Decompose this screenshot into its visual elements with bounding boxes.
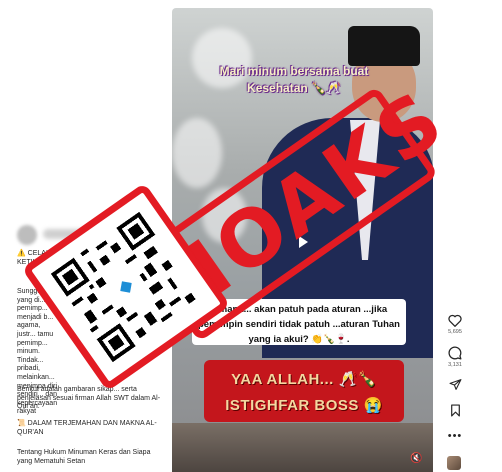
reel-video[interactable]: Mari minum bersama buat Kesehatan 🍾🥂 ...…: [172, 8, 433, 472]
caption-quran-heading: 📜 DALAM TERJEMAHAN DAN MAKNA AL-QUR'AN: [17, 420, 157, 436]
more-icon[interactable]: •••: [440, 430, 470, 442]
table-foreground: [172, 423, 433, 472]
share-icon: [449, 379, 461, 390]
play-icon[interactable]: [299, 236, 308, 248]
mute-icon[interactable]: 🔇: [410, 453, 424, 465]
heart-icon: [448, 314, 462, 327]
background-flower: [172, 118, 222, 188]
share-button[interactable]: [440, 378, 470, 391]
overlay-top-text: Mari minum bersama buat Kesehatan 🍾🥂: [219, 64, 369, 95]
like-count: 5,695: [448, 329, 462, 335]
like-button[interactable]: 5,695: [440, 314, 470, 335]
overlay-red-line-2: ISTIGHFAR BOSS 😭: [225, 397, 383, 414]
action-rail: 5,695 3,131 •••: [440, 0, 470, 472]
save-button[interactable]: [440, 404, 470, 417]
bookmark-icon: [450, 404, 460, 417]
account-avatar[interactable]: [17, 225, 37, 245]
comment-count: 3,131: [448, 362, 462, 368]
overlay-red-banner: YAA ALLAH... 🥂🍾 ISTIGHFAR BOSS 😭: [204, 360, 404, 422]
caption-law-heading: Tentang Hukum Minuman Keras dan Siapa ya…: [17, 449, 151, 465]
caption-intro: Berikut adalah gambaran sikap... serta p…: [17, 386, 161, 411]
comment-button[interactable]: 3,131: [440, 346, 470, 368]
background-flower: [202, 188, 247, 243]
audio-thumbnail[interactable]: [447, 456, 461, 470]
overlay-red-line-1: YAA ALLAH... 🥂🍾: [231, 371, 377, 388]
comment-icon: [448, 346, 462, 360]
person-cap: [348, 26, 420, 66]
qr-logo-mark: [116, 277, 135, 296]
